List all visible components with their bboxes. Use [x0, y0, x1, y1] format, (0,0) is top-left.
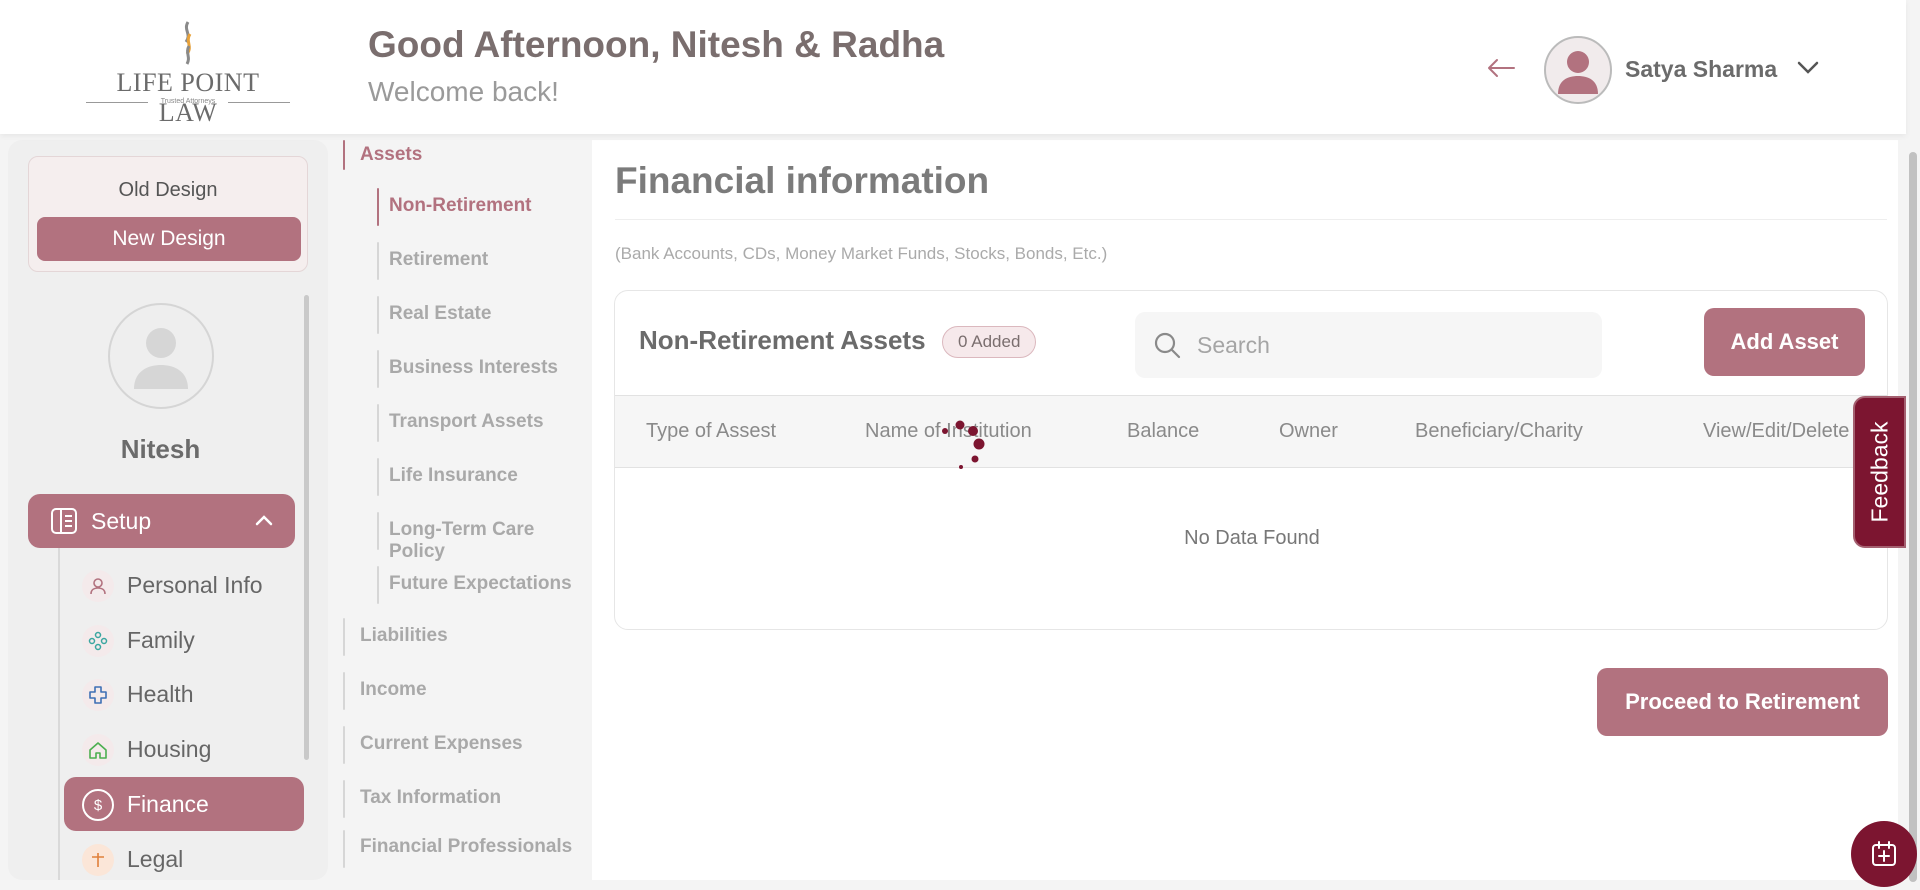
sidebar-item-label: Finance — [127, 791, 209, 817]
sidebar-item-family[interactable]: Family — [64, 613, 304, 667]
house-icon — [82, 734, 114, 766]
subnav-tax-information[interactable]: Tax Information — [360, 787, 501, 809]
added-count-badge: 0 Added — [942, 326, 1037, 358]
subnav-marker — [343, 830, 345, 868]
subnav-marker — [377, 404, 379, 442]
column-header-beneficiary: Beneficiary/Charity — [1415, 420, 1583, 442]
sidebar-item-personal-info[interactable]: Personal Info — [64, 558, 304, 612]
new-design-button[interactable]: New Design — [37, 217, 301, 261]
calendar-plus-icon — [1872, 841, 1896, 866]
subnav-real-estate[interactable]: Real Estate — [389, 303, 491, 325]
subnav-marker — [343, 672, 345, 710]
life-point-law-logo[interactable]: LIFE POINT LAW Trusted Attorneys — [86, 20, 290, 127]
sidebar-scrollbar[interactable] — [304, 295, 309, 760]
subnav-marker — [377, 296, 379, 334]
subnav-marker — [343, 618, 345, 656]
subnav-marker — [377, 566, 379, 604]
user-avatar[interactable] — [1544, 36, 1612, 104]
old-design-button[interactable]: Old Design — [29, 179, 307, 202]
finance-subnav: Assets Non-Retirement Retirement Real Es… — [336, 134, 592, 884]
subnav-marker — [343, 780, 345, 818]
proceed-to-retirement-button[interactable]: Proceed to Retirement — [1597, 668, 1888, 736]
subnav-transport-assets[interactable]: Transport Assets — [389, 411, 544, 433]
column-header-actions: View/Edit/Delete — [1703, 420, 1850, 442]
setup-icon — [51, 508, 77, 534]
column-header-type: Type of Assest — [646, 420, 777, 442]
chevron-down-icon[interactable] — [1796, 60, 1820, 76]
add-asset-button[interactable]: Add Asset — [1704, 308, 1865, 376]
feedback-tab[interactable]: Feedback — [1853, 396, 1906, 548]
dollar-icon: $ — [82, 789, 114, 821]
back-arrow-icon[interactable] — [1486, 56, 1516, 80]
empty-state-text: No Data Found — [1184, 527, 1320, 549]
subnav-future-expectations[interactable]: Future Expectations — [389, 573, 572, 595]
subnav-retirement[interactable]: Retirement — [389, 249, 488, 271]
chevron-up-icon — [255, 515, 273, 526]
subnav-income[interactable]: Income — [360, 679, 427, 701]
health-cross-icon — [82, 679, 114, 711]
subnav-marker — [377, 512, 379, 550]
column-header-balance: Balance — [1127, 420, 1200, 442]
search-icon — [1154, 332, 1181, 359]
sidebar-item-finance[interactable]: $ Finance — [64, 777, 304, 831]
user-avatar-icon — [1558, 51, 1598, 94]
sidebar-item-legal[interactable]: Legal — [64, 832, 304, 880]
subnav-marker — [377, 458, 379, 496]
sidebar-item-housing[interactable]: Housing — [64, 722, 304, 776]
table-header: Type of Assest Name of Institution Balan… — [615, 395, 1887, 468]
page-title: Financial information — [615, 160, 990, 201]
family-icon — [82, 625, 114, 657]
legal-icon — [82, 844, 114, 876]
subnav-non-retirement[interactable]: Non-Retirement — [389, 195, 532, 217]
sidebar-item-label: Health — [127, 681, 194, 707]
welcome-text: Welcome back! — [368, 76, 559, 107]
subnav-long-term-care-policy[interactable]: Long-Term Care Policy — [389, 519, 592, 563]
sidebar-item-label: Family — [127, 627, 195, 653]
left-sidebar: Old Design New Design Nitesh Setup Perso… — [8, 140, 328, 880]
loading-spinner-icon — [942, 420, 985, 469]
design-toggle: Old Design New Design — [28, 156, 308, 272]
sidebar-item-label: Housing — [127, 736, 212, 762]
sidebar-item-label: Personal Info — [127, 572, 263, 598]
subnav-marker — [377, 350, 379, 388]
greeting-heading: Good Afternoon, Nitesh & Radha — [368, 24, 945, 65]
subnav-marker — [343, 726, 345, 764]
subnav-marker — [377, 188, 379, 226]
title-divider — [615, 219, 1887, 220]
person-icon — [82, 570, 114, 602]
profile-avatar-icon — [134, 328, 188, 389]
main-content: Financial information (Bank Accounts, CD… — [592, 140, 1898, 880]
page-subtitle: (Bank Accounts, CDs, Money Market Funds,… — [615, 244, 1108, 263]
setup-label: Setup — [91, 508, 152, 534]
subnav-current-expenses[interactable]: Current Expenses — [360, 733, 523, 755]
sidebar-item-health[interactable]: Health — [64, 667, 304, 721]
logo-divider-right — [228, 102, 290, 103]
card-title: Non-Retirement Assets — [639, 325, 926, 355]
subnav-business-interests[interactable]: Business Interests — [389, 357, 558, 379]
profile-avatar — [108, 303, 214, 409]
subnav-assets[interactable]: Assets — [360, 144, 422, 166]
calendar-add-button[interactable] — [1851, 821, 1917, 887]
page-scrollbar[interactable] — [1906, 140, 1920, 890]
subnav-life-insurance[interactable]: Life Insurance — [389, 465, 518, 487]
search-box — [1135, 312, 1602, 378]
user-name[interactable]: Satya Sharma — [1625, 56, 1777, 83]
page-scrollbar-thumb[interactable] — [1909, 152, 1917, 882]
subnav-marker — [343, 140, 345, 170]
svg-text:$: $ — [94, 797, 103, 814]
subnav-financial-professionals[interactable]: Financial Professionals — [360, 836, 572, 858]
feedback-label: Feedback — [1866, 421, 1892, 523]
subnav-marker — [377, 242, 379, 280]
assets-card: Non-Retirement Assets 0 Added Add Asset … — [614, 290, 1888, 630]
column-header-owner: Owner — [1279, 420, 1338, 442]
subnav-liabilities[interactable]: Liabilities — [360, 625, 448, 647]
flame-logo-icon — [184, 21, 192, 65]
sidebar-item-label: Legal — [127, 846, 184, 872]
app-header: LIFE POINT LAW Trusted Attorneys Good Af… — [0, 0, 1906, 134]
profile-name: Nitesh — [120, 434, 201, 464]
setup-section-toggle[interactable]: Setup — [28, 494, 295, 548]
search-input[interactable] — [1197, 326, 1587, 364]
nav-tree-line — [58, 548, 60, 880]
